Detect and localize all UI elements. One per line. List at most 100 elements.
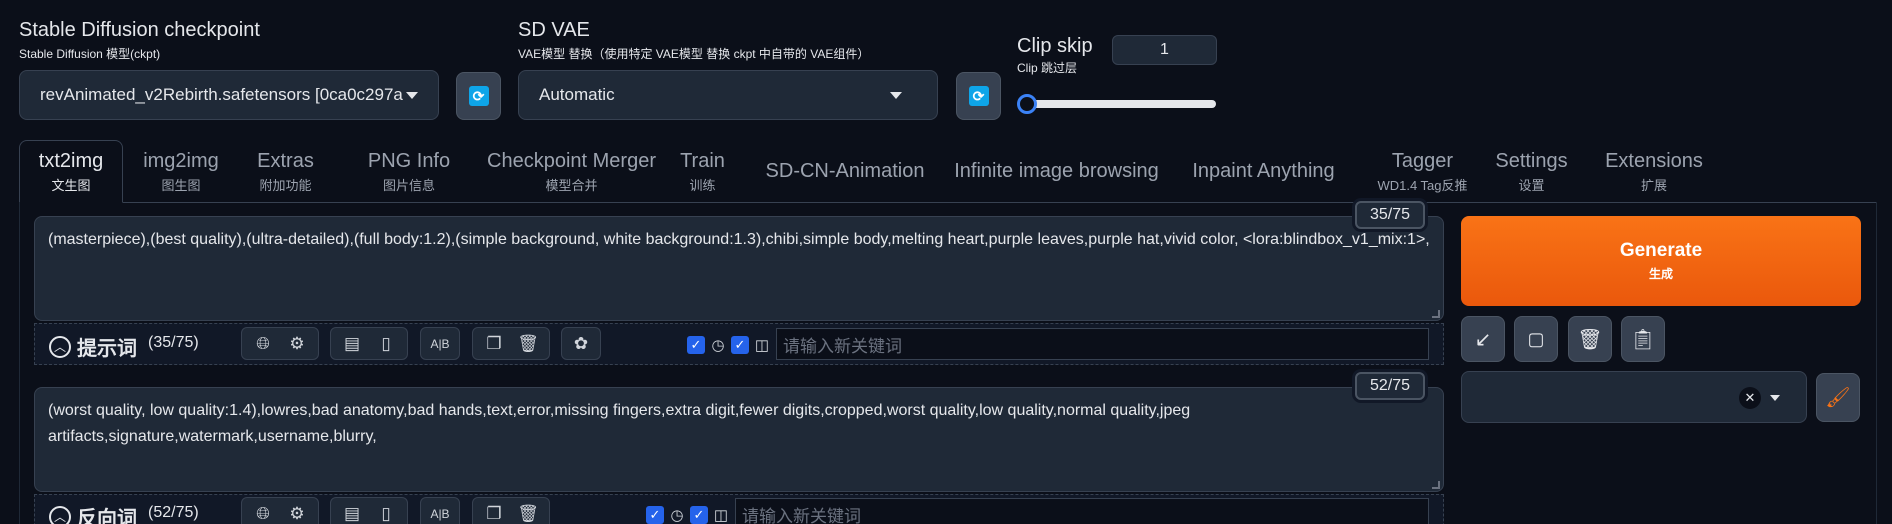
prompt-toolbar-title[interactable]: ︿ 提示词 bbox=[49, 332, 137, 361]
prompt-toolbar-label: 提示词 bbox=[77, 338, 137, 360]
tab-tagger[interactable]: Tagger WD1.4 Tag反推 bbox=[1353, 140, 1492, 203]
prompt-textarea[interactable]: (masterpiece),(best quality),(ultra-deta… bbox=[34, 216, 1444, 321]
tab-label: PNG Info bbox=[367, 149, 451, 172]
clip-skip-slider-track[interactable] bbox=[1020, 100, 1216, 108]
tab-label: txt2img bbox=[38, 149, 104, 172]
tab-label: Train bbox=[680, 149, 725, 172]
bookmark-icon[interactable]: ▯ bbox=[375, 333, 397, 355]
vae-value: Automatic bbox=[539, 85, 615, 104]
negative-toolbar-title[interactable]: ︿ 反向词 bbox=[49, 502, 137, 524]
negative-options: ✓ ◷ ✓ ◫ bbox=[646, 504, 732, 524]
tab-label: Tagger bbox=[1391, 149, 1454, 172]
copy-icon[interactable]: ❐ bbox=[483, 333, 505, 355]
negative-token-counter: 52/75 bbox=[1355, 372, 1425, 400]
panel-icon: ◫ bbox=[713, 507, 729, 524]
checkbox-checked-icon[interactable]: ✓ bbox=[687, 336, 705, 354]
ab-swap-icon[interactable]: A|B bbox=[429, 503, 451, 524]
trash-icon[interactable]: 🗑︎ bbox=[517, 333, 539, 355]
bookmark-icon[interactable]: ▯ bbox=[375, 503, 397, 524]
clip-skip-slider-thumb[interactable] bbox=[1017, 94, 1037, 114]
openai-icon[interactable]: ✿ bbox=[570, 333, 592, 355]
checkbox-checked-icon[interactable]: ✓ bbox=[731, 336, 749, 354]
tab-sublabel: WD1.4 Tag反推 bbox=[1377, 177, 1468, 193]
trash-icon[interactable]: 🗑︎ bbox=[517, 503, 539, 524]
tab-label: Settings bbox=[1495, 149, 1568, 172]
prompt-ab-group: A|B bbox=[420, 327, 460, 360]
tab-checkpoint-merger[interactable]: Checkpoint Merger 模型合并 bbox=[455, 140, 688, 203]
tab-label: Infinite image browsing bbox=[954, 160, 1159, 182]
ab-swap-icon[interactable]: A|B bbox=[429, 333, 451, 355]
tab-label: Inpaint Anything bbox=[1192, 160, 1335, 182]
negative-history-group: ▤ ▯ bbox=[330, 497, 408, 524]
globe-icon[interactable]: 🌐︎ bbox=[252, 503, 274, 524]
tab-label: img2img bbox=[143, 149, 219, 172]
clock-icon: ◷ bbox=[670, 507, 684, 524]
tab-sd-cn-animation[interactable]: SD-CN-Animation bbox=[752, 140, 938, 203]
tab-sublabel: 图片信息 bbox=[382, 177, 435, 193]
apply-styles-button[interactable]: 📋︎ bbox=[1621, 316, 1665, 362]
history-icon[interactable]: ▤ bbox=[341, 503, 363, 524]
prompt-keyword-placeholder: 请输入新关键词 bbox=[783, 336, 902, 356]
globe-icon[interactable]: 🌐︎ bbox=[252, 333, 274, 355]
paste-params-button[interactable]: ▢ bbox=[1514, 316, 1558, 362]
tab-extensions[interactable]: Extensions 扩展 bbox=[1589, 140, 1719, 203]
prompt-history-group: ▤ ▯ bbox=[330, 327, 408, 360]
checkbox-checked-icon[interactable]: ✓ bbox=[690, 506, 708, 524]
checkpoint-sublabel: Stable Diffusion 模型(ckpt) bbox=[19, 47, 161, 61]
prompt-token-counter: 35/75 bbox=[1355, 201, 1425, 229]
clear-icon[interactable]: ✕ bbox=[1739, 387, 1761, 409]
tab-label: Extras bbox=[257, 149, 314, 172]
negative-toolbar-count: (52/75) bbox=[148, 504, 199, 521]
clock-icon: ◷ bbox=[711, 337, 725, 354]
tab-infinite-image-browsing[interactable]: Infinite image browsing bbox=[939, 140, 1174, 203]
generate-sublabel: 生成 bbox=[1648, 267, 1673, 281]
tab-sublabel: 设置 bbox=[1518, 177, 1545, 193]
tab-sublabel: 扩展 bbox=[1640, 177, 1667, 193]
negative-prompt-textarea[interactable]: (worst quality, low quality:1.4),lowres,… bbox=[34, 387, 1444, 492]
refresh-icon: ⟳ bbox=[968, 86, 989, 106]
tab-sublabel: 附加功能 bbox=[259, 177, 312, 193]
checkpoint-refresh-button[interactable]: ⟳ bbox=[456, 72, 501, 120]
chevron-down-icon bbox=[1770, 395, 1780, 401]
tab-txt2img[interactable]: txt2img 文生图 bbox=[19, 140, 123, 203]
gear-icon[interactable]: ⚙ bbox=[286, 503, 308, 524]
tab-label: Checkpoint Merger bbox=[487, 149, 656, 172]
generate-label: Generate bbox=[1619, 240, 1703, 261]
copy-icon[interactable]: ❐ bbox=[483, 503, 505, 524]
tab-extras[interactable]: Extras 附加功能 bbox=[239, 140, 332, 203]
tab-sublabel: 训练 bbox=[689, 177, 716, 193]
tab-inpaint-anything[interactable]: Inpaint Anything bbox=[1177, 140, 1350, 203]
prompt-translate-group: 🌐︎ ⚙ bbox=[241, 327, 319, 360]
prompt-resize-handle[interactable] bbox=[1432, 310, 1440, 318]
read-params-button[interactable]: ↙ bbox=[1461, 316, 1505, 362]
negative-prompt-text: (worst quality, low quality:1.4),lowres,… bbox=[48, 402, 1191, 445]
styles-dropdown[interactable]: ✕ bbox=[1461, 371, 1807, 423]
clipboard-icon: 📋︎ bbox=[1630, 328, 1656, 351]
edit-styles-button[interactable]: 🖌︎ bbox=[1816, 373, 1860, 422]
generate-button[interactable]: Generate 生成 bbox=[1461, 216, 1861, 306]
tab-settings[interactable]: Settings 设置 bbox=[1479, 140, 1584, 203]
prompt-options: ✓ ◷ ✓ ◫ bbox=[687, 334, 773, 356]
chevron-up-icon: ︿ bbox=[49, 505, 71, 524]
tab-train[interactable]: Train 训练 bbox=[664, 140, 741, 203]
tab-sublabel: 模型合并 bbox=[545, 177, 598, 193]
clip-skip-label: Clip skip bbox=[1017, 35, 1093, 57]
vae-refresh-button[interactable]: ⟳ bbox=[956, 72, 1001, 120]
clear-prompt-button[interactable]: 🗑︎ bbox=[1568, 316, 1612, 362]
vae-dropdown[interactable]: Automatic bbox=[518, 70, 938, 120]
clip-skip-number-input[interactable]: 1 bbox=[1112, 35, 1217, 65]
negative-keyword-placeholder: 请输入新关键词 bbox=[742, 506, 861, 524]
prompt-keyword-input[interactable]: 请输入新关键词 bbox=[776, 328, 1429, 360]
negative-keyword-input[interactable]: 请输入新关键词 bbox=[735, 498, 1429, 524]
checkbox-checked-icon[interactable]: ✓ bbox=[646, 506, 664, 524]
paintbrush-icon: 🖌︎ bbox=[1825, 387, 1851, 409]
panel-icon: ◫ bbox=[754, 337, 770, 354]
arrow-down-left-icon: ↙ bbox=[1474, 328, 1492, 351]
refresh-icon: ⟳ bbox=[468, 86, 489, 106]
negative-resize-handle[interactable] bbox=[1432, 481, 1440, 489]
gear-icon[interactable]: ⚙ bbox=[286, 333, 308, 355]
prompt-edit-group: ❐ 🗑︎ bbox=[472, 327, 550, 360]
history-icon[interactable]: ▤ bbox=[341, 333, 363, 355]
checkpoint-dropdown[interactable]: revAnimated_v2Rebirth.safetensors [0ca0c… bbox=[19, 70, 439, 120]
tab-img2img[interactable]: img2img 图生图 bbox=[135, 140, 227, 203]
